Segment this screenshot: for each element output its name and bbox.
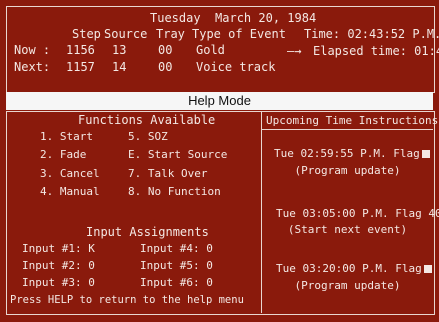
- arrow-icon: —→: [287, 44, 302, 58]
- upcoming-title: Upcoming Time Instructions: [266, 114, 439, 127]
- input-assignment: Input #3: 0: [22, 276, 95, 289]
- function-item: 3. Cancel: [40, 167, 100, 180]
- next-label: Next:: [14, 60, 51, 74]
- col-tray-header: Tray: [156, 27, 185, 41]
- col-source-header: Source: [104, 27, 148, 41]
- upcoming-time-text: Tue 02:59:55 P.M. Flag: [274, 147, 420, 160]
- inputs-title: Input Assignments: [86, 225, 209, 239]
- col-step-header: Step: [72, 27, 101, 41]
- upcoming-time-2: Tue 03:05:00 P.M. Flag 403: [276, 208, 439, 219]
- flag-number: 403: [428, 207, 439, 220]
- elapsed-display: Elapsed time: 01:45: [313, 44, 439, 58]
- now-type: Gold: [196, 43, 225, 57]
- now-label: Now :: [14, 43, 51, 57]
- upcoming-title-rule: [262, 129, 433, 130]
- upcoming-time-1: Tue 02:59:55 P.M. Flag: [274, 148, 430, 159]
- next-source: 14: [112, 60, 127, 74]
- now-tray: 00: [158, 43, 173, 57]
- next-type: Voice track: [196, 60, 276, 74]
- upcoming-time-text: Tue 03:05:00 P.M. Flag: [276, 207, 422, 220]
- upcoming-time-text: Tue 03:20:00 P.M. Flag: [276, 262, 422, 275]
- input-assignment: Input #1: K: [22, 242, 95, 255]
- function-item: 1. Start: [40, 130, 93, 143]
- input-assignment: Input #2: 0: [22, 259, 95, 272]
- function-item: 7. Talk Over: [128, 167, 208, 180]
- help-mode-banner: Help Mode: [6, 92, 433, 110]
- next-tray: 00: [158, 60, 173, 74]
- upcoming-desc-3: (Program update): [294, 279, 401, 292]
- now-source: 13: [112, 43, 127, 57]
- function-item: 2. Fade: [40, 148, 87, 161]
- col-type-header: Type of Event: [192, 27, 286, 41]
- input-assignment: Input #5: 0: [140, 259, 213, 272]
- next-step: 1157: [66, 60, 95, 74]
- function-item: E. Start Source: [128, 148, 228, 161]
- now-step: 1156: [66, 43, 95, 57]
- flag-block-icon: [423, 265, 432, 273]
- input-assignment: Input #4: 0: [140, 242, 213, 255]
- upcoming-desc-1: (Program update): [294, 164, 401, 177]
- date-display: Tuesday March 20, 1984: [150, 11, 317, 25]
- functions-title: Functions Available: [78, 113, 216, 127]
- flag-block-icon: [421, 150, 430, 158]
- help-return-hint: Press HELP to return to the help menu: [10, 294, 244, 306]
- terminal-screen: Tuesday March 20, 1984 Step Source Tray …: [0, 0, 439, 322]
- upcoming-time-3: Tue 03:20:00 P.M. Flag: [276, 263, 432, 274]
- function-item: 5. SOZ: [128, 130, 168, 143]
- function-item: 4. Manual: [40, 185, 100, 198]
- upcoming-desc-2: (Start next event): [287, 223, 408, 236]
- input-assignment: Input #6: 0: [140, 276, 213, 289]
- function-item: 8. No Function: [128, 185, 221, 198]
- clock-display: Time: 02:43:52 P.M.: [304, 27, 439, 41]
